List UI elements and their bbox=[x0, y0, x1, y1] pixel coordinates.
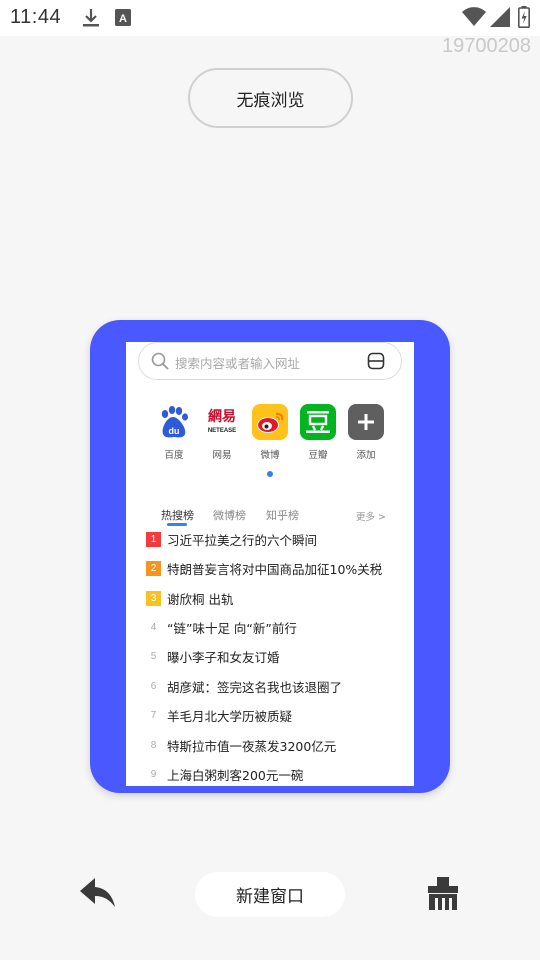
shortcut-weibo[interactable]: 微博 bbox=[245, 404, 295, 461]
battery-charging-icon bbox=[518, 6, 530, 32]
news-item[interactable]: 8 特斯拉市值一夜蒸发3200亿元 bbox=[146, 736, 406, 756]
news-rank: 4 bbox=[150, 622, 157, 633]
news-title: 上海白粥刺客200元一碗 bbox=[167, 768, 304, 783]
news-rank: 9 bbox=[150, 769, 157, 780]
tab-zhihu-rank[interactable]: 知乎榜 bbox=[266, 507, 299, 523]
news-item[interactable]: 9 上海白粥刺客200元一碗 bbox=[146, 765, 406, 785]
news-title: 习近平拉美之行的六个瞬间 bbox=[167, 533, 318, 548]
active-tab-underline bbox=[167, 523, 187, 526]
news-item[interactable]: 7 羊毛月北大学历被质疑 bbox=[146, 706, 406, 726]
douban-icon bbox=[300, 404, 336, 440]
wifi-icon bbox=[462, 7, 486, 31]
more-link[interactable]: 更多 > bbox=[356, 509, 386, 523]
shortcut-baidu[interactable]: du 百度 bbox=[149, 404, 199, 461]
tab-card[interactable]: 搜索内容或者输入网址 du 百度 網易 NETEASE 网易 微博 豆瓣 添加 … bbox=[90, 320, 450, 793]
search-input[interactable]: 搜索内容或者输入网址 bbox=[138, 342, 402, 380]
shortcut-label: 微博 bbox=[260, 450, 280, 461]
news-title: 特斯拉市值一夜蒸发3200亿元 bbox=[167, 739, 337, 754]
shortcut-label: 添加 bbox=[356, 450, 376, 461]
tab-preview[interactable]: 搜索内容或者输入网址 du 百度 網易 NETEASE 网易 微博 豆瓣 添加 … bbox=[126, 342, 414, 786]
search-icon bbox=[151, 352, 169, 374]
download-icon bbox=[82, 8, 100, 32]
news-rank: 6 bbox=[150, 681, 157, 692]
news-rank: 8 bbox=[150, 740, 157, 751]
back-arrow-icon bbox=[80, 878, 115, 907]
news-title: 谢欣桐 出轨 bbox=[167, 592, 234, 607]
news-item[interactable]: 1 习近平拉美之行的六个瞬间 bbox=[146, 530, 406, 550]
news-rank: 2 bbox=[146, 561, 161, 576]
news-title: 羊毛月北大学历被质疑 bbox=[167, 709, 293, 724]
svg-text:du: du bbox=[169, 426, 180, 436]
keyboard-a-icon: A bbox=[115, 9, 131, 30]
news-rank: 7 bbox=[150, 710, 157, 721]
clear-button[interactable] bbox=[428, 877, 458, 914]
shortcut-douban[interactable]: 豆瓣 bbox=[293, 404, 343, 461]
news-item[interactable]: 6 胡彦斌：签完这名我也该退圈了 bbox=[146, 677, 406, 697]
svg-text:網易: 網易 bbox=[208, 408, 236, 425]
signal-icon bbox=[490, 7, 510, 31]
broom-icon bbox=[428, 877, 458, 910]
page-indicator-dot bbox=[267, 471, 273, 477]
svg-text:NETEASE: NETEASE bbox=[208, 428, 236, 434]
news-item[interactable]: 2 特朗普妄言将对中国商品加征10%关税 bbox=[146, 559, 406, 579]
weibo-icon bbox=[252, 404, 288, 440]
tab-hot-search[interactable]: 热搜榜 bbox=[161, 507, 194, 523]
incognito-button[interactable]: 无痕浏览 bbox=[188, 68, 353, 128]
status-bar: 11:44 A bbox=[0, 0, 540, 36]
new-window-button[interactable]: 新建窗口 bbox=[195, 872, 345, 917]
shortcut-label: 豆瓣 bbox=[308, 450, 328, 461]
shortcut-grid: du 百度 網易 NETEASE 网易 微博 豆瓣 添加 bbox=[126, 404, 414, 464]
shortcut-label: 网易 bbox=[212, 450, 232, 461]
shortcut-netease[interactable]: 網易 NETEASE 网易 bbox=[197, 404, 247, 461]
news-title: “链”味十足 向“新”前行 bbox=[167, 621, 297, 636]
news-item[interactable]: 5 曝小李子和女友订婚 bbox=[146, 647, 406, 667]
news-rank: 5 bbox=[150, 651, 157, 662]
status-time: 11:44 bbox=[10, 6, 62, 28]
back-button[interactable] bbox=[78, 876, 118, 914]
news-title: 特朗普妄言将对中国商品加征10%关税 bbox=[167, 562, 383, 577]
shortcut-add[interactable]: 添加 bbox=[341, 404, 391, 461]
date-stamp: 19700208 bbox=[442, 35, 531, 57]
search-placeholder: 搜索内容或者输入网址 bbox=[175, 356, 301, 371]
netease-icon: 網易 NETEASE bbox=[204, 404, 240, 440]
baidu-icon: du bbox=[156, 404, 192, 440]
shortcut-label: 百度 bbox=[164, 450, 184, 461]
tabs-icon[interactable] bbox=[367, 352, 385, 374]
news-title: 曝小李子和女友订婚 bbox=[167, 650, 280, 665]
tab-weibo-rank[interactable]: 微博榜 bbox=[213, 507, 246, 523]
add-icon bbox=[348, 404, 384, 440]
news-rank: 3 bbox=[146, 591, 161, 606]
news-item[interactable]: 3 谢欣桐 出轨 bbox=[146, 589, 406, 609]
news-title: 胡彦斌：签完这名我也该退圈了 bbox=[167, 680, 343, 695]
news-rank: 1 bbox=[146, 532, 161, 547]
news-item[interactable]: 4 “链”味十足 向“新”前行 bbox=[146, 618, 406, 638]
svg-text:A: A bbox=[119, 13, 127, 25]
